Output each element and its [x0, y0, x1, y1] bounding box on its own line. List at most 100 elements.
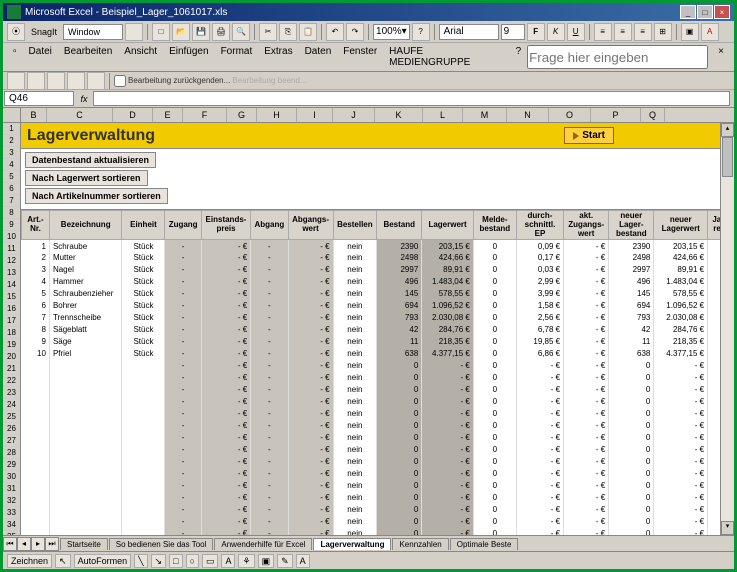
row-header[interactable]: 11: [3, 243, 20, 255]
align-right-icon[interactable]: ≡: [634, 23, 652, 41]
col-header-B[interactable]: B: [21, 108, 47, 122]
menu-daten[interactable]: Daten: [299, 45, 338, 69]
row-header[interactable]: 6: [3, 183, 20, 195]
italic-icon[interactable]: K: [547, 23, 565, 41]
row-header[interactable]: 29: [3, 459, 20, 471]
maximize-button[interactable]: □: [697, 5, 713, 19]
row-header[interactable]: 21: [3, 363, 20, 375]
col-header-Q[interactable]: Q: [641, 108, 665, 122]
select-all-corner[interactable]: [3, 108, 21, 122]
sheet-tab[interactable]: Kennzahlen: [392, 538, 448, 550]
row-header[interactable]: 4: [3, 159, 20, 171]
sheet-tab[interactable]: Optimale Beste: [450, 538, 519, 550]
col-header-G[interactable]: G: [227, 108, 257, 122]
row-header[interactable]: 30: [3, 471, 20, 483]
sheet-tab[interactable]: So bedienen Sie das Tool: [109, 538, 214, 550]
menu-datei[interactable]: Datei: [23, 45, 58, 69]
table-row-empty[interactable]: -- €-- €nein0- €0- €- €0- €: [22, 528, 734, 535]
col-header-K[interactable]: K: [375, 108, 423, 122]
menu-format[interactable]: Format: [215, 45, 259, 69]
table-row-empty[interactable]: -- €-- €nein0- €0- €- €0- €: [22, 444, 734, 456]
menu-help[interactable]: ?: [510, 45, 528, 69]
close-button[interactable]: ×: [714, 5, 730, 19]
table-row-empty[interactable]: -- €-- €nein0- €0- €- €0- €: [22, 432, 734, 444]
table-row-empty[interactable]: -- €-- €nein0- €0- €- €0- €: [22, 468, 734, 480]
table-row-empty[interactable]: -- €-- €nein0- €0- €- €0- €: [22, 372, 734, 384]
review-icon-4[interactable]: [67, 72, 85, 90]
help-icon[interactable]: ?: [412, 23, 430, 41]
ask-question-box[interactable]: [527, 45, 708, 69]
wordart-tool-icon[interactable]: A: [221, 554, 235, 568]
autoforms-menu[interactable]: AutoFormen: [74, 554, 132, 568]
row-header[interactable]: 18: [3, 327, 20, 339]
table-row[interactable]: 3NagelStück-- €-- €nein299789,91 €00,03 …: [22, 264, 734, 276]
row-header[interactable]: 15: [3, 291, 20, 303]
sheet-content[interactable]: Lagerverwaltung Start Datenbestand aktua…: [21, 123, 734, 535]
new-icon[interactable]: □: [152, 23, 170, 41]
row-header[interactable]: 16: [3, 303, 20, 315]
row-header[interactable]: 8: [3, 207, 20, 219]
menu-fenster[interactable]: Fenster: [337, 45, 383, 69]
save-icon[interactable]: 💾: [192, 23, 210, 41]
name-box[interactable]: [4, 91, 74, 106]
table-row-empty[interactable]: -- €-- €nein0- €0- €- €0- €: [22, 516, 734, 528]
row-header[interactable]: 35: [3, 531, 20, 535]
sheet-tab[interactable]: Lagerverwaltung: [313, 538, 391, 550]
row-header[interactable]: 32: [3, 495, 20, 507]
sort-by-artnr-button[interactable]: Nach Artikelnummer sortieren: [25, 188, 168, 204]
table-row-empty[interactable]: -- €-- €nein0- €0- €- €0- €: [22, 480, 734, 492]
start-button[interactable]: Start: [564, 127, 614, 144]
scroll-thumb[interactable]: [722, 137, 733, 177]
row-header[interactable]: 19: [3, 339, 20, 351]
sort-by-value-button[interactable]: Nach Lagerwert sortieren: [25, 170, 148, 186]
fx-button[interactable]: fx: [75, 94, 93, 104]
review-icon-3[interactable]: [47, 72, 65, 90]
row-header[interactable]: 20: [3, 351, 20, 363]
line-tool-icon[interactable]: ╲: [134, 554, 147, 568]
align-center-icon[interactable]: ≡: [614, 23, 632, 41]
undo-icon[interactable]: ↶: [326, 23, 344, 41]
row-header[interactable]: 2: [3, 135, 20, 147]
row-header[interactable]: 31: [3, 483, 20, 495]
table-row-empty[interactable]: -- €-- €nein0- €0- €- €0- €: [22, 408, 734, 420]
table-row-empty[interactable]: -- €-- €nein0- €0- €- €0- €: [22, 456, 734, 468]
review-icon-1[interactable]: [7, 72, 25, 90]
bold-icon[interactable]: F: [527, 23, 545, 41]
fillcolor-tool-icon[interactable]: ▣: [258, 554, 275, 568]
col-header-H[interactable]: H: [257, 108, 297, 122]
doc-minimize-icon[interactable]: ▫: [7, 45, 23, 69]
tab-nav-prev[interactable]: ◂: [17, 537, 31, 551]
col-header-F[interactable]: F: [183, 108, 227, 122]
align-left-icon[interactable]: ≡: [594, 23, 612, 41]
preview-icon[interactable]: 🔍: [232, 23, 250, 41]
table-row-empty[interactable]: -- €-- €nein0- €0- €- €0- €: [22, 504, 734, 516]
fontsize-combo[interactable]: 9: [501, 24, 525, 40]
underline-icon[interactable]: U: [567, 23, 585, 41]
row-header[interactable]: 28: [3, 447, 20, 459]
tab-nav-last[interactable]: ⏭: [45, 537, 59, 551]
redo-icon[interactable]: ↷: [346, 23, 364, 41]
col-header-C[interactable]: C: [47, 108, 113, 122]
col-header-I[interactable]: I: [297, 108, 333, 122]
row-header[interactable]: 5: [3, 171, 20, 183]
select-tool-icon[interactable]: ↖: [55, 554, 71, 568]
review-icon-2[interactable]: [27, 72, 45, 90]
row-header[interactable]: 7: [3, 195, 20, 207]
arrow-tool-icon[interactable]: ↘: [151, 554, 167, 568]
tab-nav-next[interactable]: ▸: [31, 537, 45, 551]
col-header-L[interactable]: L: [423, 108, 463, 122]
formula-input[interactable]: [93, 91, 730, 106]
sheet-tab[interactable]: Startseite: [60, 538, 108, 550]
row-header[interactable]: 14: [3, 279, 20, 291]
menu-ansicht[interactable]: Ansicht: [118, 45, 163, 69]
row-header[interactable]: 10: [3, 231, 20, 243]
zoom-combo[interactable]: 100% ▾: [373, 24, 410, 40]
row-header[interactable]: 27: [3, 435, 20, 447]
table-row[interactable]: 4HammerStück-- €-- €nein4961.483,04 €02,…: [22, 276, 734, 288]
col-header-D[interactable]: D: [113, 108, 153, 122]
row-header[interactable]: 17: [3, 315, 20, 327]
row-header[interactable]: 12: [3, 255, 20, 267]
scroll-down-arrow[interactable]: ▾: [721, 521, 734, 535]
col-header-J[interactable]: J: [333, 108, 375, 122]
vertical-scrollbar[interactable]: ▴ ▾: [720, 123, 734, 535]
